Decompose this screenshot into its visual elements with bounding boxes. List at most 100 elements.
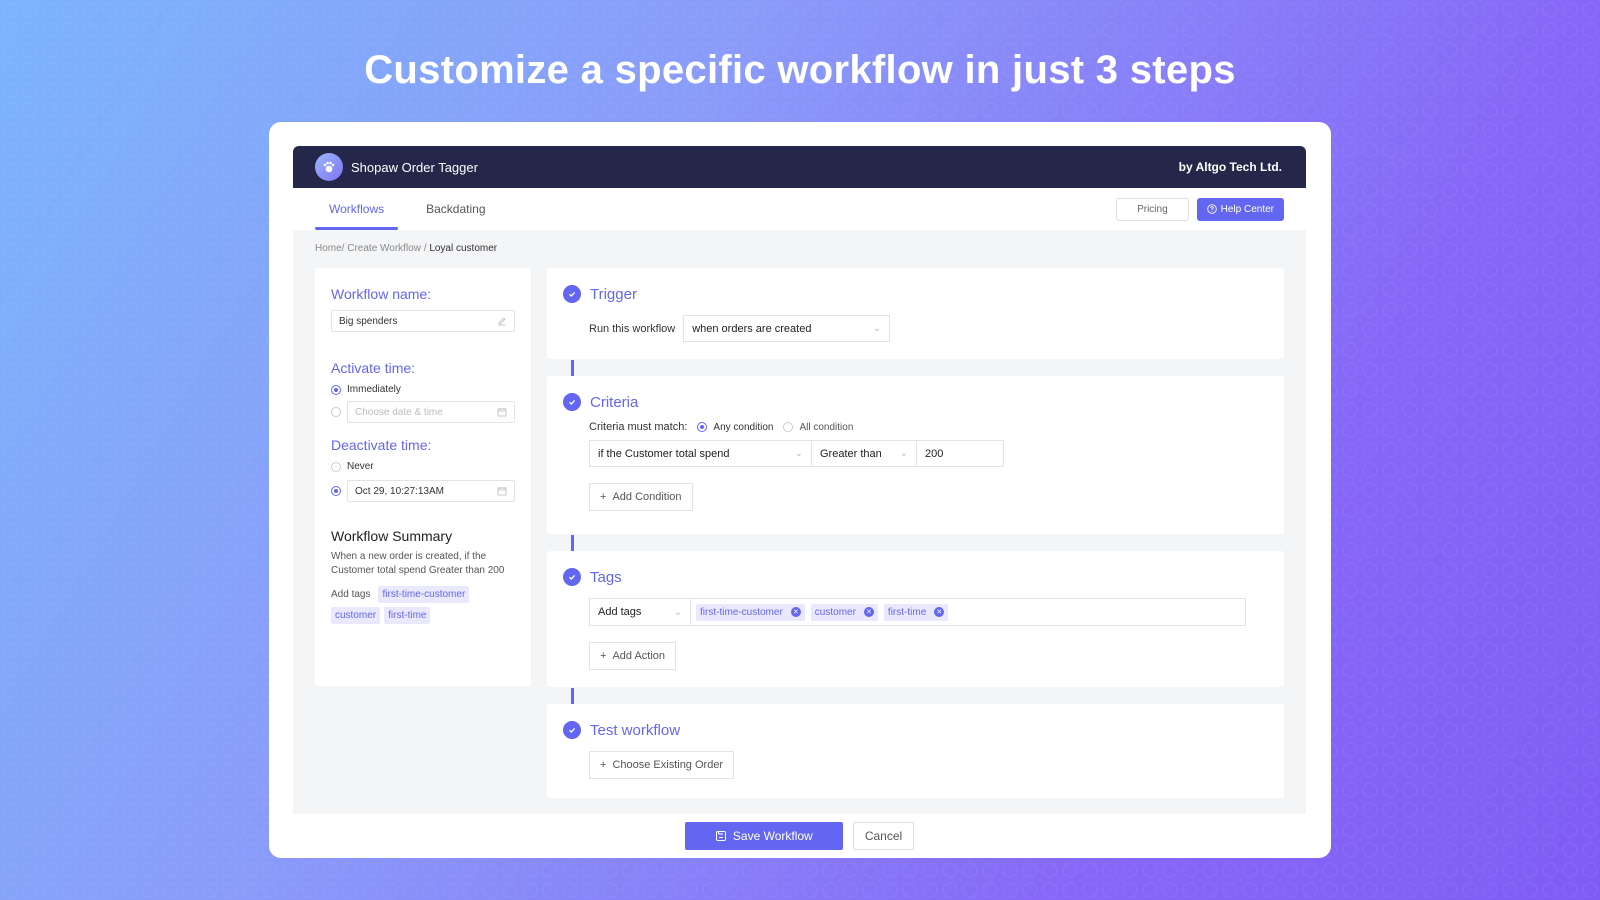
footer-actions: Save Workflow Cancel [293, 814, 1306, 858]
check-circle-icon [563, 285, 581, 303]
activate-date-option[interactable]: Choose date & time [331, 401, 515, 423]
summary-tag: first-time-customer [378, 586, 470, 603]
trigger-title: Trigger [590, 285, 637, 303]
activate-immediately-option[interactable]: Immediately [331, 384, 515, 395]
breadcrumb-create-workflow[interactable]: Create Workflow / [347, 243, 426, 254]
calendar-icon [497, 487, 507, 496]
workflow-name-value: Big spenders [339, 315, 398, 327]
breadcrumb: Home/ Create Workflow / Loyal customer [293, 230, 1306, 268]
plus-icon: + [600, 759, 607, 771]
save-workflow-button[interactable]: Save Workflow [684, 822, 843, 850]
chevron-down-icon: ⌄ [899, 448, 908, 459]
plus-icon: + [600, 491, 607, 503]
criteria-match-label: Criteria must match: [589, 421, 688, 433]
trigger-select-value: when orders are created [692, 322, 812, 335]
criteria-header: Criteria [563, 393, 1268, 411]
calendar-icon [497, 408, 507, 417]
deactivate-date-value: Oct 29, 10:27:13AM [355, 485, 444, 497]
immediately-label: Immediately [347, 384, 401, 395]
condition-value-input[interactable]: 200 [917, 440, 1004, 467]
criteria-match-row: Criteria must match: Any condition All c… [589, 421, 1268, 433]
remove-tag-icon[interactable]: ✕ [790, 607, 801, 617]
add-action-button[interactable]: + Add Action [589, 642, 677, 670]
radio-deactivate-date[interactable] [331, 486, 341, 496]
action-type-select[interactable]: Add tags ⌄ [589, 598, 691, 626]
condition-field-select[interactable]: if the Customer total spend ⌄ [589, 440, 812, 467]
tag-label: customer [814, 606, 856, 618]
condition-operator-select[interactable]: Greater than ⌄ [812, 440, 917, 467]
criteria-card: Criteria Criteria must match: Any condit… [547, 376, 1284, 534]
top-bar: Shopaw Order Tagger by Altgo Tech Ltd. [293, 146, 1306, 188]
summary-tags: Add tags first-time-customer customer fi… [331, 586, 515, 624]
activate-date-placeholder: Choose date & time [355, 406, 443, 418]
tab-list: Workflows Backdating [315, 188, 500, 230]
cancel-button[interactable]: Cancel [852, 822, 915, 850]
tab-workflows[interactable]: Workflows [315, 188, 399, 230]
check-circle-icon [563, 393, 581, 411]
tags-input[interactable]: first-time-customer ✕ customer ✕ first-t… [691, 598, 1246, 626]
radio-never[interactable] [331, 461, 341, 472]
radio-immediately[interactable] [331, 384, 341, 395]
run-workflow-label: Run this workflow [589, 322, 676, 335]
radio-activate-date[interactable] [331, 407, 341, 417]
remove-tag-icon[interactable]: ✕ [934, 607, 945, 617]
workflow-settings-panel: Workflow name: Big spenders Activate tim… [315, 268, 531, 686]
activate-date-input[interactable]: Choose date & time [347, 401, 515, 423]
workflow-name-input[interactable]: Big spenders [331, 310, 515, 332]
nav-bar: Workflows Backdating Pricing Help Center [293, 188, 1306, 230]
radio-all-condition[interactable] [783, 422, 794, 432]
byline: by Altgo Tech Ltd. [1178, 160, 1282, 174]
workflow-steps: Trigger Run this workflow when orders ar… [547, 268, 1284, 798]
choose-existing-order-button[interactable]: + Choose Existing Order [589, 751, 735, 779]
remove-tag-icon[interactable]: ✕ [863, 607, 874, 617]
tags-title: Tags [590, 568, 622, 586]
app-name: Shopaw Order Tagger [351, 159, 478, 175]
chevron-down-icon: ⌄ [794, 448, 803, 459]
help-center-label: Help Center [1220, 203, 1274, 215]
tag-label: first-time-customer [700, 606, 783, 618]
condition-operator-value: Greater than [820, 447, 882, 460]
help-center-button[interactable]: Help Center [1196, 197, 1284, 221]
breadcrumb-home[interactable]: Home/ [315, 243, 344, 254]
add-condition-label: Add Condition [612, 491, 682, 503]
test-workflow-card: Test workflow + Choose Existing Order [547, 704, 1284, 798]
summary-tag: customer [331, 607, 381, 624]
paw-icon [315, 153, 343, 181]
trigger-card: Trigger Run this workflow when orders ar… [547, 268, 1284, 359]
action-type-value: Add tags [598, 606, 642, 618]
deactivate-date-option[interactable]: Oct 29, 10:27:13AM [331, 480, 515, 502]
tag-label: first-time [887, 606, 927, 618]
question-circle-icon [1206, 204, 1217, 214]
activate-time-label: Activate time: [331, 360, 416, 376]
tag-item: first-time-customer ✕ [696, 603, 805, 621]
tag-item: first-time ✕ [883, 603, 949, 621]
summary-tags-label: Add tags [331, 589, 371, 600]
workflow-summary-title: Workflow Summary [331, 528, 453, 544]
pricing-button[interactable]: Pricing [1116, 197, 1189, 221]
check-circle-icon [563, 568, 581, 586]
deactivate-never-option[interactable]: Never [331, 461, 515, 472]
deactivate-date-input[interactable]: Oct 29, 10:27:13AM [347, 480, 515, 502]
trigger-header: Trigger [563, 285, 1268, 303]
any-condition-option[interactable]: Any condition [697, 422, 773, 433]
save-workflow-label: Save Workflow [732, 829, 813, 843]
add-condition-button[interactable]: + Add Condition [589, 483, 693, 511]
condition-value: 200 [925, 447, 944, 460]
trigger-select[interactable]: when orders are created ⌄ [683, 315, 891, 342]
test-workflow-title: Test workflow [590, 721, 681, 739]
condition-row: if the Customer total spend ⌄ Greater th… [589, 440, 1268, 467]
step-connector [571, 534, 574, 551]
workflow-summary-text: When a new order is created, if the Cust… [331, 551, 505, 576]
radio-any-condition[interactable] [697, 422, 708, 432]
deactivate-time-label: Deactivate time: [331, 437, 432, 453]
all-condition-option[interactable]: All condition [783, 422, 853, 433]
tags-row: Add tags ⌄ first-time-customer ✕ custome… [589, 598, 1268, 626]
nav-actions: Pricing Help Center [1116, 188, 1284, 230]
check-circle-icon [563, 721, 581, 739]
tag-item: customer ✕ [810, 603, 878, 621]
choose-existing-order-label: Choose Existing Order [612, 759, 724, 771]
tab-backdating[interactable]: Backdating [412, 188, 499, 230]
app-window: Shopaw Order Tagger by Altgo Tech Ltd. W… [293, 146, 1306, 858]
hero-title: Customize a specific workflow in just 3 … [364, 48, 1236, 92]
any-condition-label: Any condition [713, 421, 774, 433]
